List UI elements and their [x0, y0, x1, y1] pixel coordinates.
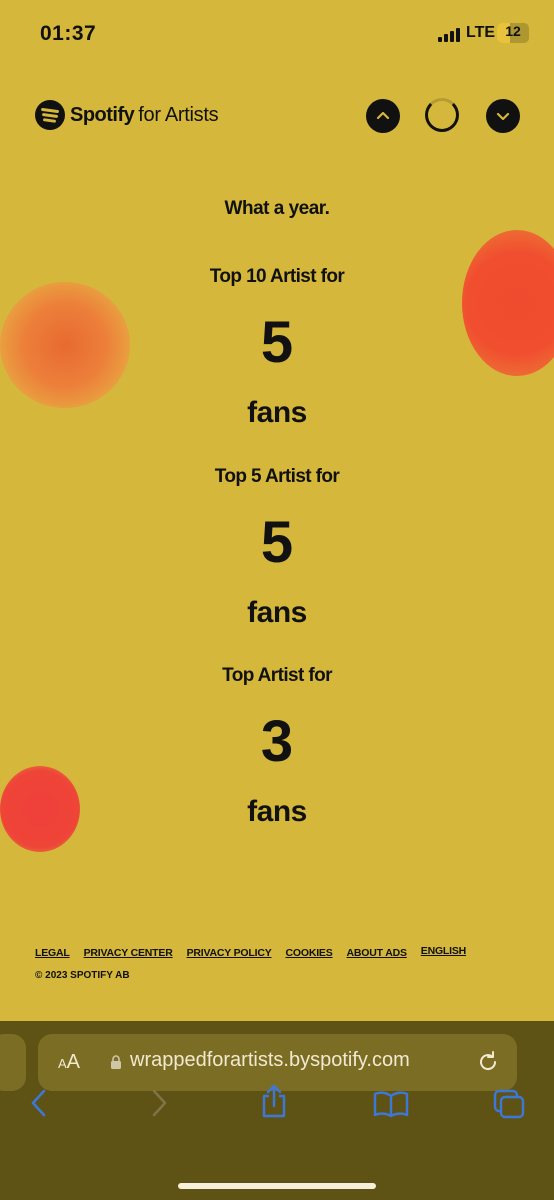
intro-heading: What a year. — [224, 198, 330, 219]
lock-icon — [111, 1055, 121, 1069]
stat-value: 5 — [260, 310, 294, 375]
forward-icon[interactable] — [148, 1088, 170, 1118]
reload-icon[interactable] — [476, 1050, 500, 1074]
footer-links: LEGAL PRIVACY CENTER PRIVACY POLICY COOK… — [35, 945, 480, 959]
spotify-for-artists-logo[interactable]: Spotify for Artists — [35, 99, 219, 131]
stat-label: Top Artist for — [222, 665, 332, 686]
stat-label: Top 10 Artist for — [209, 266, 345, 287]
stat-unit: fans — [247, 596, 307, 629]
home-indicator[interactable] — [178, 1183, 376, 1189]
url-text: wrappedforartists.byspotify.com — [130, 1049, 410, 1071]
footer-link-cookies[interactable]: COOKIES — [286, 947, 333, 959]
status-time: 01:37 — [40, 22, 97, 45]
share-icon[interactable] — [259, 1083, 289, 1119]
text-size-button[interactable]: AAAA — [58, 1051, 80, 1074]
footer-link-legal[interactable]: LEGAL — [35, 947, 70, 959]
loading-spinner-icon — [425, 98, 459, 132]
previous-tab-preview[interactable] — [0, 1034, 26, 1091]
spotify-icon — [35, 100, 65, 130]
stat-value: 5 — [260, 510, 294, 575]
tabs-icon[interactable] — [492, 1088, 526, 1120]
chevron-up-icon — [376, 111, 390, 120]
stat-unit: fans — [247, 795, 307, 828]
stat-value: 3 — [260, 709, 294, 774]
network-type: LTE — [466, 24, 496, 41]
chevron-down-icon — [496, 112, 510, 121]
back-icon[interactable] — [28, 1088, 50, 1118]
status-bar: 01:37 LTE 12 — [0, 0, 554, 70]
stat-label: Top 5 Artist for — [214, 466, 340, 487]
footer-link-language[interactable]: ENGLISH — [421, 945, 466, 957]
footer-link-privacy-policy[interactable]: PRIVACY POLICY — [187, 947, 272, 959]
previous-button[interactable] — [366, 99, 400, 133]
brand-suffix: for Artists — [138, 103, 219, 126]
signal-icon — [438, 28, 460, 42]
stat-unit: fans — [247, 396, 307, 429]
battery-level: 12 — [505, 23, 521, 39]
copyright: © 2023 SPOTIFY AB — [35, 970, 130, 981]
footer-link-about-ads[interactable]: ABOUT ADS — [347, 947, 407, 959]
footer-link-privacy-center[interactable]: PRIVACY CENTER — [84, 947, 173, 959]
next-button[interactable] — [486, 99, 520, 133]
brand-name: Spotify — [70, 103, 135, 126]
bookmarks-icon[interactable] — [373, 1090, 409, 1118]
battery-icon: 12 — [497, 23, 529, 43]
